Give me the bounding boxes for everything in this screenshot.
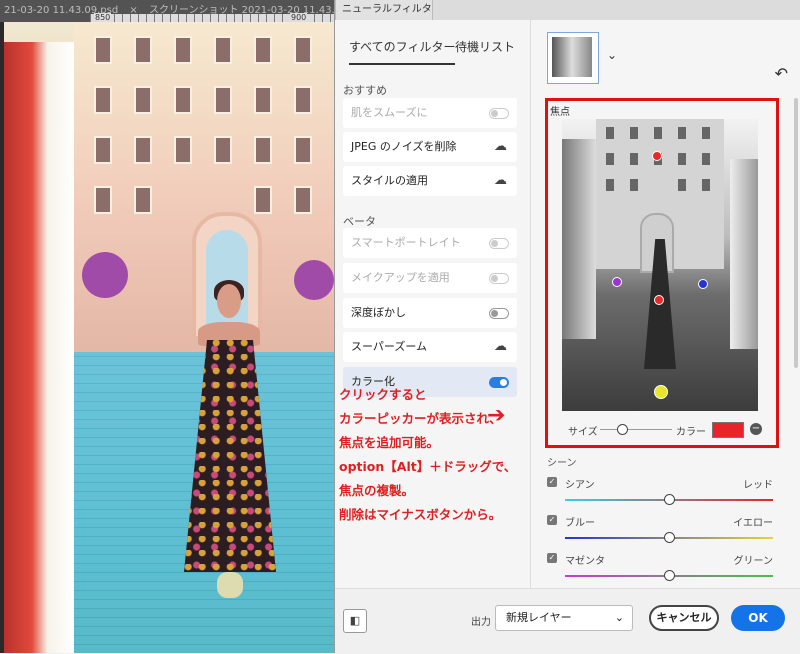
scrollbar[interactable]: [794, 98, 798, 368]
filter-label: JPEG のノイズを削除: [351, 140, 457, 153]
split-view-icon[interactable]: ◧: [343, 609, 367, 633]
neural-filters-dialog: ニューラルフィルター すべてのフィルター 待機リスト おすすめ 肌をスムーズに …: [334, 0, 800, 654]
magenta-green-slider-row: ✓ マゼンタ グリーン: [547, 552, 773, 592]
document-canvas[interactable]: [0, 22, 334, 653]
size-slider-track[interactable]: [600, 429, 672, 430]
cloud-download-icon[interactable]: ☁: [494, 332, 507, 362]
tab-waitlist[interactable]: 待機リスト: [455, 38, 515, 55]
output-select-value: 新規レイヤー: [506, 611, 572, 624]
slider-knob[interactable]: [664, 570, 675, 581]
filter-label: スマートポートレイト: [351, 236, 461, 249]
checkbox-cyan-red[interactable]: ✓: [547, 477, 557, 487]
annotation-arrow-icon: ➔: [487, 403, 506, 428]
cancel-button[interactable]: キャンセル: [649, 605, 719, 631]
slider-left-label: シアン: [565, 480, 595, 491]
color-label: カラー: [676, 427, 706, 438]
remove-focus-point-icon[interactable]: −: [750, 423, 762, 435]
filter-makeup-transfer[interactable]: メイクアップを適用: [343, 263, 517, 293]
ruler-label: 900: [290, 13, 308, 22]
filter-skin-smoothing[interactable]: 肌をスムーズに: [343, 98, 517, 128]
photo-pillar: [4, 42, 74, 653]
size-slider-knob[interactable]: [616, 424, 628, 435]
scene-label: シーン: [547, 458, 577, 469]
focus-point[interactable]: [654, 295, 664, 305]
preview-pillar-left: [562, 139, 596, 339]
size-label: サイズ: [568, 427, 598, 438]
focus-point[interactable]: [652, 151, 662, 161]
section-beta: ベータ: [343, 215, 376, 228]
dialog-title-tab: ニューラルフィルター: [335, 0, 433, 34]
slider-knob[interactable]: [664, 532, 675, 543]
annotation-line: 焦点を追加可能。: [339, 435, 440, 450]
checkbox-magenta-green[interactable]: ✓: [547, 553, 557, 563]
photo-woman-head: [217, 284, 241, 318]
slider-right-label: イエロー: [733, 518, 773, 529]
photo-tree: [294, 260, 334, 300]
chevron-down-icon: ⌄: [614, 611, 624, 624]
slider-right-label: グリーン: [733, 556, 774, 567]
toggle-switch[interactable]: [489, 273, 509, 284]
filter-super-zoom[interactable]: スーパーズーム ☁: [343, 332, 517, 362]
tab-all-filters[interactable]: すべてのフィルター: [349, 38, 456, 65]
chevron-down-icon[interactable]: ⌄: [607, 48, 617, 62]
toggle-switch[interactable]: [489, 238, 509, 249]
filter-jpeg-artifacts[interactable]: JPEG のノイズを削除 ☁: [343, 132, 517, 162]
focus-points-highlight: 焦点 サイズ カラー −: [545, 98, 779, 448]
focus-point[interactable]: [654, 385, 668, 399]
filter-label: メイクアップを適用: [351, 271, 450, 284]
cloud-download-icon[interactable]: ☁: [494, 132, 507, 162]
cloud-download-icon[interactable]: ☁: [494, 166, 507, 196]
photo-tree: [82, 252, 128, 298]
slider-left-label: マゼンタ: [565, 556, 605, 567]
toggle-switch[interactable]: [489, 308, 509, 319]
filter-label: スタイルの適用: [351, 174, 428, 187]
slider-knob[interactable]: [664, 494, 675, 505]
slider-right-label: レッド: [743, 480, 773, 491]
annotation-line: 焦点の複製。: [339, 483, 415, 498]
blue-yellow-slider-row: ✓ ブルー イエロー: [547, 514, 773, 554]
annotation-line: 削除はマイナスボタンから。: [339, 507, 502, 522]
section-recommended: おすすめ: [343, 84, 387, 97]
output-label: 出力: [471, 617, 491, 628]
checkbox-blue-yellow[interactable]: ✓: [547, 515, 557, 525]
toggle-switch[interactable]: [489, 108, 509, 119]
filter-style-transfer[interactable]: スタイルの適用 ☁: [343, 166, 517, 196]
photo-woman-feet: [217, 572, 243, 598]
horizontal-ruler: 850 900: [90, 13, 334, 22]
colorize-settings-panel: ⌄ ↶ 焦点 サイズ カラー − シーン ✓ シアン レッド ✓ ブルー イエロ…: [530, 20, 800, 588]
filter-label: 肌をスムーズに: [351, 106, 428, 119]
ruler-label: 850: [94, 13, 112, 22]
focus-preview-image[interactable]: [562, 119, 758, 411]
focus-points-label: 焦点: [550, 107, 570, 118]
filter-label: スーパーズーム: [351, 340, 428, 353]
cyan-red-slider-row: ✓ シアン レッド: [547, 476, 773, 516]
filter-label: 深度ぼかし: [351, 306, 406, 319]
filter-smart-portrait[interactable]: スマートポートレイト: [343, 228, 517, 258]
filter-depth-blur[interactable]: 深度ぼかし: [343, 298, 517, 328]
focus-point[interactable]: [612, 277, 622, 287]
dialog-footer: ◧ 出力 新規レイヤー ⌄ キャンセル OK: [335, 588, 800, 654]
focus-point[interactable]: [698, 279, 708, 289]
preview-thumbnail[interactable]: [547, 32, 599, 84]
canvas-photo: [4, 22, 334, 653]
preview-pillar-right: [730, 159, 758, 349]
focus-size-row: サイズ カラー −: [566, 422, 776, 438]
ok-button[interactable]: OK: [731, 605, 785, 631]
reset-icon[interactable]: ↶: [775, 64, 788, 83]
annotation-line: option【Alt】＋ドラッグで、: [339, 459, 517, 474]
filter-tabs: すべてのフィルター 待機リスト: [347, 38, 522, 65]
photo-archway: [192, 212, 262, 340]
slider-left-label: ブルー: [565, 518, 595, 529]
output-select[interactable]: 新規レイヤー ⌄: [495, 605, 633, 631]
color-swatch[interactable]: [712, 422, 744, 438]
